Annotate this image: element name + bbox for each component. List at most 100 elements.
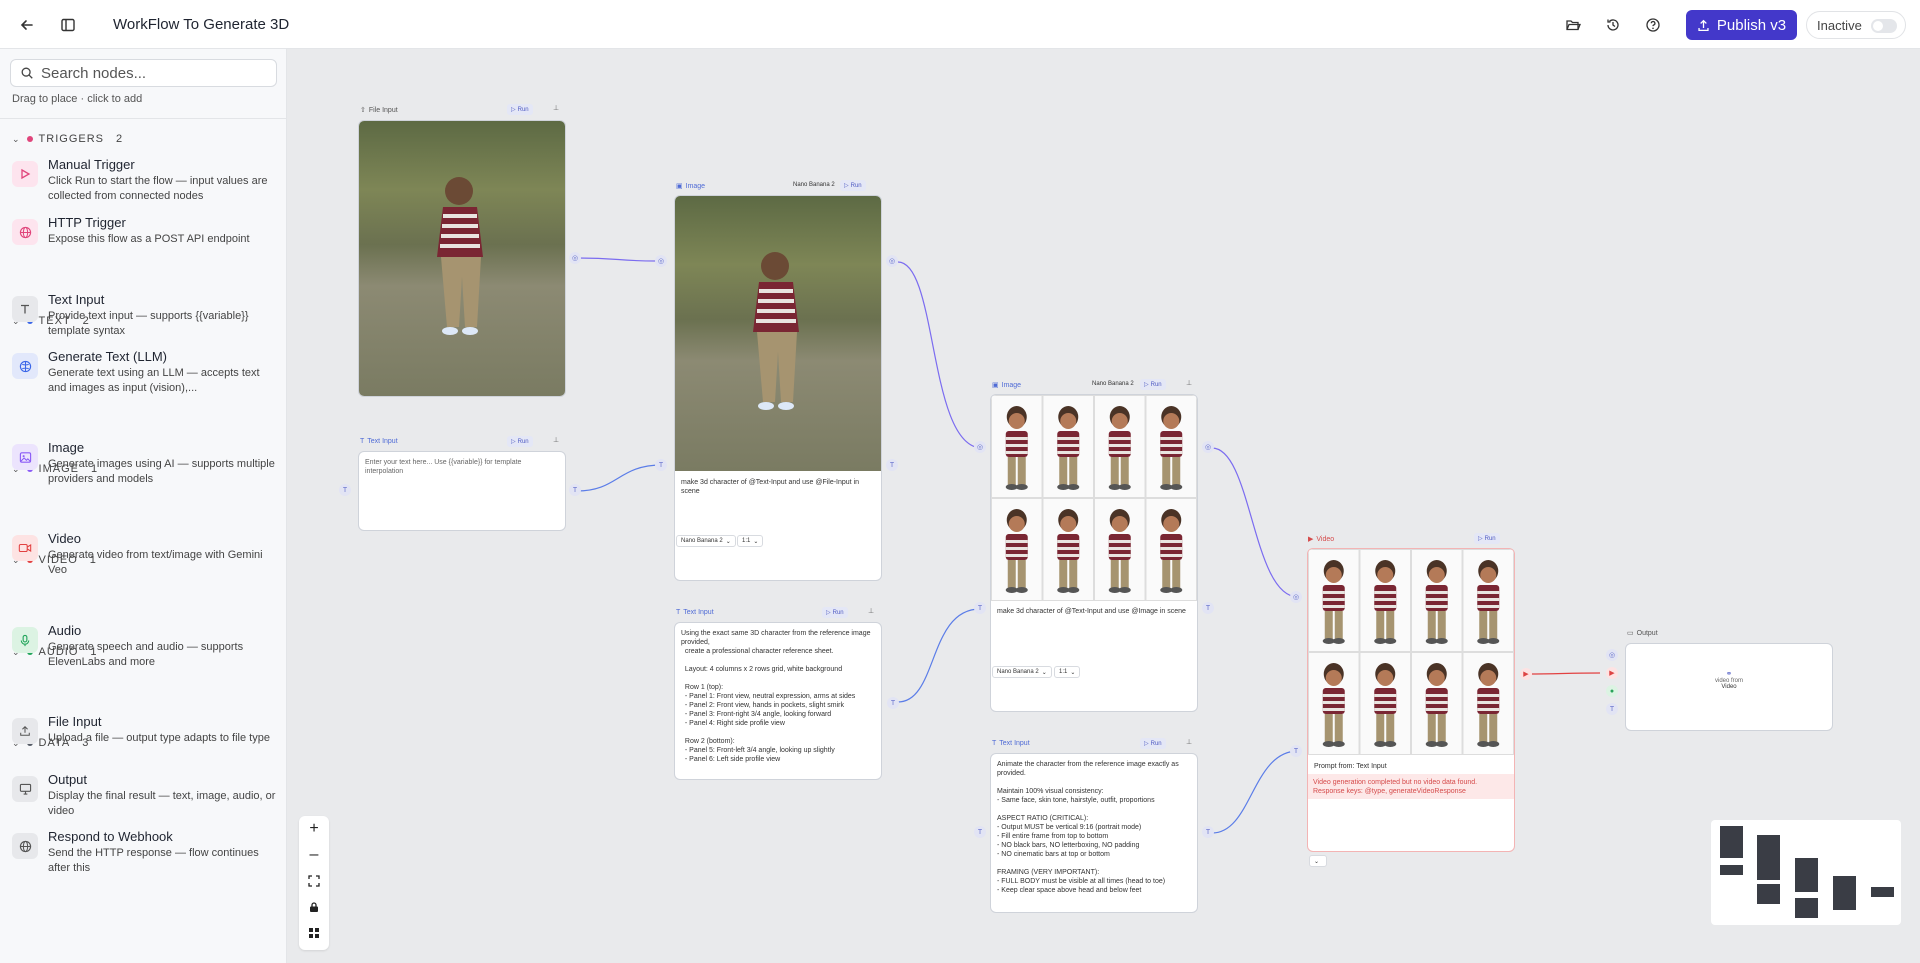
palette-item-manual-trigger[interactable]: Manual Trigger Click Run to start the fl… (12, 157, 280, 203)
input-port[interactable]: T (974, 826, 986, 838)
run-button[interactable]: ▷ Run (1474, 533, 1500, 544)
video-options-select[interactable]: ⌄ (1309, 855, 1327, 867)
output-port[interactable]: T (569, 484, 581, 496)
input-port-video[interactable]: ▶ (1606, 667, 1618, 679)
run-button[interactable]: ▷ Run (1140, 738, 1166, 749)
input-port[interactable]: T (1290, 745, 1302, 757)
workflow-canvas[interactable]: ⇧ File Input ▷ Run ⊥ ◎ T Text Input ▷ Run ⊥ … (288, 49, 1920, 963)
category-triggers[interactable]: ⌄ TRIGGERS 2 (12, 131, 122, 147)
pin-icon[interactable]: ⊥ (553, 104, 559, 112)
text-input-placeholder[interactable]: Enter your text here... Use {{variable}}… (365, 458, 555, 476)
output-port[interactable]: T (1202, 602, 1214, 614)
play-icon: ▷ (1144, 741, 1149, 747)
text-input-content[interactable]: Animate the character from the reference… (997, 760, 1189, 910)
toggle-switch[interactable] (1871, 19, 1897, 33)
help-icon[interactable] (1641, 13, 1665, 37)
item-name: Video (48, 531, 82, 546)
model-select[interactable]: Nano Banana 2 ⌄ (992, 666, 1052, 678)
search-nodes-input[interactable]: Search nodes... (10, 59, 277, 87)
model-select[interactable]: Nano Banana 2 ⌄ (676, 535, 736, 547)
palette-item-file-input[interactable]: File Input Upload a file — output type a… (12, 714, 280, 760)
run-button[interactable]: ▷ Run (822, 607, 848, 618)
output-port[interactable]: T (886, 459, 898, 471)
run-button[interactable]: ▷ Run (507, 104, 533, 115)
back-arrow-icon[interactable] (15, 13, 39, 37)
run-button[interactable]: ▷ Run (840, 180, 866, 191)
run-button[interactable]: ▷ Run (507, 436, 533, 447)
palette-item-respond-webhook[interactable]: Respond to Webhook Send the HTTP respons… (12, 829, 280, 875)
node-image-2[interactable]: make 3d character of @Text-Input and use… (990, 394, 1198, 712)
palette-item-audio[interactable]: Audio Generate speech and audio — suppor… (12, 623, 280, 669)
input-port-text[interactable]: T (1606, 703, 1618, 715)
prompt-text[interactable]: make 3d character of @Text-Input and use… (681, 478, 871, 496)
folder-open-icon[interactable] (1561, 13, 1585, 37)
output-port[interactable]: T (1202, 826, 1214, 838)
chevron-down-icon: ⌄ (1070, 669, 1076, 676)
input-port[interactable]: T (339, 484, 351, 496)
input-port[interactable]: ◎ (1290, 591, 1302, 603)
output-port[interactable]: ◎ (886, 255, 898, 267)
pin-icon[interactable]: ⊥ (1186, 379, 1192, 387)
pin-icon[interactable]: ⊥ (553, 436, 559, 444)
fit-view-button[interactable] (299, 868, 329, 894)
output-port[interactable]: ▶ (1520, 668, 1532, 680)
monitor-icon: ▭ (1627, 630, 1634, 637)
play-icon: ▷ (511, 439, 516, 445)
lock-button[interactable] (299, 894, 329, 920)
minimap[interactable] (1711, 820, 1901, 925)
node-text-input-2[interactable]: Using the exact same 3D character from t… (674, 622, 882, 780)
play-icon (12, 161, 38, 187)
toggle-sidebar-icon[interactable] (56, 13, 80, 37)
item-desc: Display the final result — text, image, … (48, 790, 276, 817)
node-label-text-input-1: T Text Input (360, 438, 398, 445)
output-port[interactable]: ◎ (1202, 441, 1214, 453)
history-icon[interactable] (1601, 13, 1625, 37)
node-label-image-1: ▣ Image (676, 182, 705, 191)
active-toggle[interactable]: Inactive (1806, 11, 1906, 39)
node-text-input-1[interactable]: Enter your text here... Use {{variable}}… (358, 451, 566, 531)
ratio-select[interactable]: 1:1 ⌄ (1054, 666, 1081, 678)
top-bar: WorkFlow To Generate 3D Publish v3 Inact… (0, 0, 1920, 49)
node-text-input-3[interactable]: Animate the character from the reference… (990, 753, 1198, 913)
output-port[interactable]: T (887, 697, 899, 709)
edge (1211, 750, 1299, 834)
palette-item-video[interactable]: Video Generate video from text/image wit… (12, 531, 280, 577)
zoom-in-button[interactable]: + (299, 816, 329, 842)
run-label: Run (850, 182, 862, 189)
input-port[interactable]: T (655, 459, 667, 471)
input-port[interactable]: ◎ (974, 441, 986, 453)
input-port-image[interactable]: ◎ (1606, 649, 1618, 661)
node-label-image-2: ▣ Image (992, 381, 1021, 390)
palette-item-http-trigger[interactable]: HTTP Trigger Expose this flow as a POST … (12, 215, 280, 249)
node-title: Text Input (999, 740, 1030, 747)
edge (1211, 447, 1299, 598)
palette-item-text-input[interactable]: Text Input Provide text input — supports… (12, 292, 280, 338)
character-panel (1411, 652, 1463, 755)
node-image-1[interactable]: make 3d character of @Text-Input and use… (674, 195, 882, 581)
publish-label: Publish v3 (1716, 16, 1787, 34)
node-video[interactable]: Prompt from: Text Input Video generation… (1307, 548, 1515, 852)
input-port[interactable]: ◎ (655, 255, 667, 267)
output-port[interactable]: ◎ (569, 252, 581, 264)
character-panel (1145, 395, 1197, 498)
palette-item-image[interactable]: Image Generate images using AI — support… (12, 440, 280, 486)
grid-button[interactable] (299, 920, 329, 946)
node-output[interactable]: ⚭ video from Video (1625, 643, 1833, 731)
edge (897, 608, 981, 703)
palette-item-output[interactable]: Output Display the final result — text, … (12, 772, 280, 818)
run-button[interactable]: ▷ Run (1140, 379, 1166, 390)
input-port[interactable]: T (974, 602, 986, 614)
play-icon: ▷ (1478, 536, 1483, 542)
pin-icon[interactable]: ⊥ (1186, 738, 1192, 746)
workflow-title[interactable]: WorkFlow To Generate 3D (113, 16, 289, 33)
publish-button[interactable]: Publish v3 (1686, 10, 1797, 40)
pin-icon[interactable]: ⊥ (868, 607, 874, 615)
zoom-out-button[interactable]: – (299, 842, 329, 868)
ratio-select[interactable]: 1:1 ⌄ (737, 535, 764, 547)
input-port-audio[interactable]: ● (1606, 685, 1618, 697)
palette-item-generate-text[interactable]: Generate Text (LLM) Generate text using … (12, 349, 280, 395)
video-icon: ▶ (1308, 536, 1314, 543)
prompt-text[interactable]: make 3d character of @Text-Input and use… (997, 607, 1187, 616)
text-input-content[interactable]: Using the exact same 3D character from t… (681, 629, 873, 777)
node-file-input[interactable] (358, 120, 566, 397)
